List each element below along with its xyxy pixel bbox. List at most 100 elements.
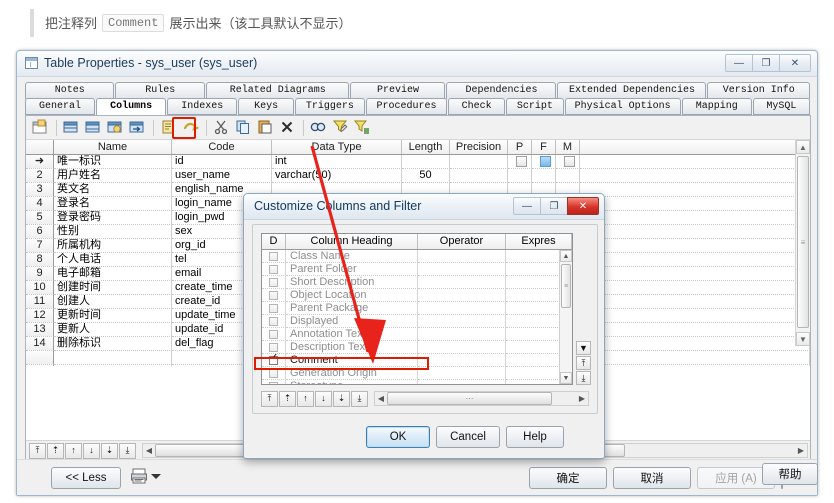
operator-cell[interactable]	[418, 367, 506, 380]
dialog-close-icon[interactable]: ✕	[567, 197, 599, 215]
dialog-side-top-icon[interactable]: ⤒	[576, 356, 591, 370]
help-button[interactable]: 帮助	[762, 463, 818, 485]
operator-cell[interactable]	[418, 341, 506, 354]
cell-precision[interactable]	[450, 169, 508, 183]
operator-cell[interactable]	[418, 328, 506, 341]
column-heading-cell[interactable]: Generation Origin	[286, 367, 418, 380]
close-icon[interactable]: ✕	[779, 54, 811, 72]
display-checkbox-cell[interactable]	[262, 250, 286, 263]
column-heading-cell[interactable]: Parent Package	[286, 302, 418, 315]
dialog-move-up-fast-button[interactable]: ⇡	[279, 390, 296, 407]
dialog-side-down-icon[interactable]: ▼	[576, 341, 591, 355]
cell-name[interactable]: 性别	[54, 225, 172, 239]
dialog-column-header[interactable]: Expres	[506, 234, 572, 249]
display-checkbox-cell[interactable]	[262, 289, 286, 302]
tab-procedures[interactable]: Procedures	[365, 98, 448, 115]
dialog-hscroll-thumb[interactable]: ⋯	[387, 392, 552, 405]
display-checkbox[interactable]	[269, 329, 278, 339]
display-checkbox-cell[interactable]	[262, 354, 286, 367]
dialog-scroll-left-icon[interactable]: ◀	[375, 394, 387, 403]
row-indicator[interactable]: 6	[26, 225, 54, 239]
row-indicator[interactable]: 12	[26, 309, 54, 323]
dialog-scroll-thumb[interactable]: ≡	[561, 264, 571, 308]
customize-columns-and-filter-icon[interactable]	[331, 118, 351, 138]
operator-cell[interactable]	[418, 250, 506, 263]
cell-name[interactable]: 英文名	[54, 183, 172, 197]
cell-name[interactable]: 创建人	[54, 295, 172, 309]
scroll-left-icon[interactable]: ◀	[143, 446, 155, 455]
grid-vertical-scrollbar[interactable]: ▲ ≡ ▼	[795, 140, 810, 346]
cell-name[interactable]: 用户姓名	[54, 169, 172, 183]
display-checkbox-cell[interactable]	[262, 367, 286, 380]
move-down-button[interactable]: ↓	[83, 442, 100, 459]
operator-cell[interactable]	[418, 354, 506, 367]
cell-length[interactable]	[402, 155, 450, 169]
column-heading-cell[interactable]: Annotation Text	[286, 328, 418, 341]
list-item[interactable]: Class Name	[262, 250, 572, 263]
display-checkbox-cell[interactable]	[262, 315, 286, 328]
grid-column-header[interactable]	[26, 140, 54, 154]
cell-name[interactable]: 更新人	[54, 323, 172, 337]
row-indicator[interactable]: 8	[26, 253, 54, 267]
print-icon[interactable]	[130, 467, 148, 485]
tab-general[interactable]: General	[25, 98, 96, 115]
cell-data-type[interactable]: varchar(50)	[272, 169, 402, 183]
maximize-icon[interactable]: ❐	[752, 54, 780, 72]
display-checkbox[interactable]	[269, 316, 278, 326]
delete-icon[interactable]	[278, 118, 298, 138]
cell-primary-checkbox[interactable]	[508, 169, 532, 183]
grid-column-header[interactable]: Name	[54, 140, 172, 154]
add-row-icon[interactable]	[84, 118, 104, 138]
column-heading-cell[interactable]: Stereotype	[286, 380, 418, 384]
column-heading-cell[interactable]: Description Text	[286, 341, 418, 354]
cell-name[interactable]: 更新时间	[54, 309, 172, 323]
dialog-minimize-icon[interactable]: —	[513, 197, 541, 215]
dialog-column-header[interactable]: Operator	[418, 234, 506, 249]
tab-related-diagrams[interactable]: Related Diagrams	[205, 82, 350, 99]
grid-column-header[interactable]: Code	[172, 140, 272, 154]
dialog-list-rows[interactable]: Class Name Parent Folder Short Description…	[262, 250, 572, 384]
cell-foreign-checkbox[interactable]	[532, 155, 556, 169]
table-row[interactable]: 2 用户姓名 user_name varchar(50) 50	[26, 169, 810, 183]
operator-cell[interactable]	[418, 315, 506, 328]
list-item[interactable]: Stereotype	[262, 380, 572, 384]
scroll-up-icon[interactable]: ▲	[796, 140, 810, 154]
cell-name[interactable]: 电子邮箱	[54, 267, 172, 281]
cell-mandatory-checkbox[interactable]	[556, 155, 580, 169]
dialog-scroll-down-icon[interactable]: ▼	[560, 372, 572, 384]
grid-column-header[interactable]: Precision	[450, 140, 508, 154]
column-heading-cell[interactable]: Short Description	[286, 276, 418, 289]
row-indicator[interactable]: 5	[26, 211, 54, 225]
cell-length[interactable]: 50	[402, 169, 450, 183]
tab-preview[interactable]: Preview	[350, 82, 446, 99]
display-checkbox-cell[interactable]	[262, 341, 286, 354]
grid-column-header[interactable]: F	[532, 140, 556, 154]
grid-column-header[interactable]: Length	[402, 140, 450, 154]
display-checkbox[interactable]	[269, 303, 278, 313]
list-item[interactable]: Parent Folder	[262, 263, 572, 276]
display-checkbox-cell[interactable]	[262, 302, 286, 315]
display-checkbox-cell[interactable]	[262, 263, 286, 276]
paste-icon[interactable]	[256, 118, 276, 138]
table-row[interactable]: ➜ 唯一标识 id int	[26, 155, 810, 169]
row-indicator[interactable]: 11	[26, 295, 54, 309]
display-checkbox[interactable]	[269, 381, 278, 384]
display-checkbox-cell[interactable]	[262, 328, 286, 341]
move-to-top-button[interactable]: ⤒	[29, 442, 46, 459]
print-dropdown-caret-icon[interactable]	[151, 474, 161, 479]
list-item[interactable]: Comment	[262, 354, 572, 367]
dialog-horizontal-scrollbar[interactable]: ◀ ⋯ ▶	[374, 391, 589, 406]
dialog-move-down-button[interactable]: ↓	[315, 390, 332, 407]
cell-mandatory-checkbox-box[interactable]	[563, 156, 575, 167]
cell-name[interactable]: 所属机构	[54, 239, 172, 253]
cell-primary-checkbox-box[interactable]	[515, 156, 527, 167]
tab-columns[interactable]: Columns	[96, 98, 167, 116]
tab-notes[interactable]: Notes	[25, 82, 115, 99]
display-checkbox[interactable]	[269, 264, 278, 274]
dialog-move-down-fast-button[interactable]: ⇣	[333, 390, 350, 407]
column-filter-icon[interactable]	[353, 118, 373, 138]
cell-data-type[interactable]: int	[272, 155, 402, 169]
cell-name[interactable]: 登录名	[54, 197, 172, 211]
dialog-titlebar[interactable]: Customize Columns and Filter — ❐ ✕	[244, 194, 604, 220]
dialog-scroll-up-icon[interactable]: ▲	[560, 250, 572, 262]
